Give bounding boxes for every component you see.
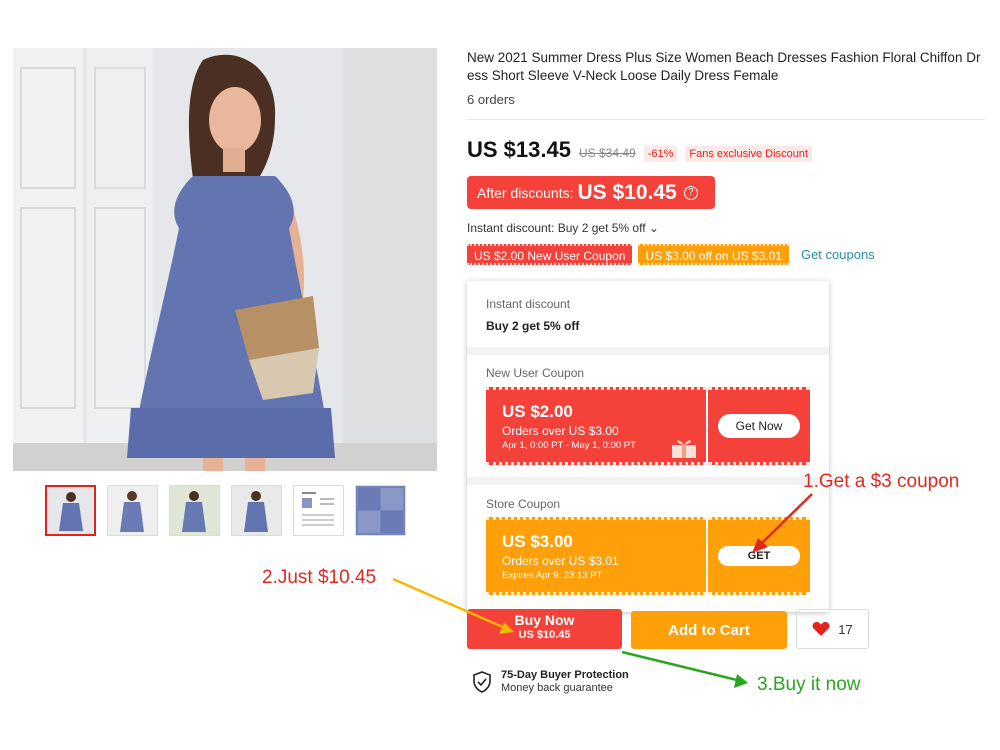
thumbnail-5[interactable] bbox=[293, 485, 344, 536]
after-discount-banner: After discounts: US $10.45 ? bbox=[467, 176, 715, 209]
arrow-step3 bbox=[621, 650, 748, 688]
shield-check-icon bbox=[473, 670, 491, 693]
protection-subtitle: Money back guarantee bbox=[501, 682, 613, 694]
new-user-coupon-action: Get Now bbox=[708, 387, 810, 465]
instant-discount-label: Instant discount bbox=[486, 297, 571, 311]
coupon-amount: US $2.00 bbox=[502, 402, 573, 421]
coupon-expiry: Expires Apr 9, 23:13 PT bbox=[502, 570, 603, 581]
instant-discount-toggle[interactable]: Instant discount: Buy 2 get 5% off ⌄ bbox=[467, 221, 659, 235]
annotation-step3: 3.Buy it now bbox=[757, 674, 861, 695]
original-price: US $34.49 bbox=[578, 146, 636, 160]
buy-now-label: Buy Now bbox=[514, 612, 575, 628]
thumbnail-6[interactable] bbox=[355, 485, 406, 536]
coupon-amount: US $3.00 bbox=[502, 532, 573, 551]
fans-discount-badge: Fans exclusive Discount bbox=[685, 146, 812, 162]
new-user-coupon-card: US $2.00 Orders over US $3.00 Apr 1, 0:0… bbox=[486, 387, 810, 465]
annotation-step2: 2.Just $10.45 bbox=[262, 567, 377, 588]
annotation-step1: 1.Get a $3 coupon bbox=[803, 471, 960, 492]
get-coupon-button[interactable]: GET bbox=[717, 546, 801, 566]
instant-discount-value: Buy 2 get 5% off bbox=[486, 319, 580, 333]
current-price: US $13.45 bbox=[467, 137, 571, 162]
get-coupons-link[interactable]: Get coupons bbox=[801, 247, 875, 262]
section-divider bbox=[467, 477, 829, 485]
wishlist-count: 17 bbox=[838, 621, 853, 637]
divider bbox=[467, 119, 985, 120]
gift-icon bbox=[672, 440, 696, 458]
product-title: New 2021 Summer Dress Plus Size Women Be… bbox=[467, 50, 981, 83]
thumbnail-4[interactable] bbox=[231, 485, 282, 536]
get-now-button[interactable]: Get Now bbox=[717, 414, 801, 438]
buy-now-button[interactable]: Buy Now US $10.45 bbox=[467, 609, 622, 649]
coupon-condition: Orders over US $3.01 bbox=[502, 554, 619, 568]
heart-icon bbox=[812, 622, 830, 636]
store-coupon-card: US $3.00 Orders over US $3.01 Expires Ap… bbox=[486, 517, 810, 595]
discount-percent-badge: -61% bbox=[643, 146, 678, 162]
coupon-popup: Instant discount Buy 2 get 5% off New Us… bbox=[467, 281, 829, 612]
thumbnail-strip bbox=[45, 485, 406, 536]
store-coupon-info: US $3.00 Orders over US $3.01 Expires Ap… bbox=[486, 517, 706, 595]
price-row: US $13.45 US $34.49 -61% Fans exclusive … bbox=[467, 137, 812, 163]
wishlist-button[interactable]: 17 bbox=[796, 609, 869, 649]
buy-now-price: US $10.45 bbox=[518, 629, 571, 641]
thumbnail-3[interactable] bbox=[169, 485, 220, 536]
store-coupon-action: GET bbox=[708, 517, 810, 595]
new-user-coupon-tag[interactable]: US $2.00 New User Coupon bbox=[467, 244, 633, 265]
store-coupon-tag[interactable]: US $3.00 off on US $3.01 bbox=[638, 244, 789, 265]
buyer-protection: 75-Day Buyer Protection Money back guara… bbox=[472, 669, 629, 694]
new-user-coupon-info: US $2.00 Orders over US $3.00 Apr 1, 0:0… bbox=[486, 387, 706, 465]
after-discount-label: After discounts: bbox=[477, 184, 574, 201]
thumbnail-2[interactable] bbox=[107, 485, 158, 536]
add-to-cart-button[interactable]: Add to Cart bbox=[631, 611, 787, 649]
protection-title: 75-Day Buyer Protection bbox=[501, 669, 629, 681]
after-discount-price: US $10.45 bbox=[577, 180, 677, 204]
thumbnail-1[interactable] bbox=[45, 485, 96, 536]
help-icon[interactable]: ? bbox=[683, 185, 698, 200]
new-user-coupon-label: New User Coupon bbox=[486, 366, 585, 380]
coupon-tags: US $2.00 New User Coupon US $3.00 off on… bbox=[467, 244, 875, 265]
product-main-image bbox=[13, 48, 437, 471]
store-coupon-label: Store Coupon bbox=[486, 497, 561, 511]
order-count: 6 orders bbox=[467, 92, 515, 107]
